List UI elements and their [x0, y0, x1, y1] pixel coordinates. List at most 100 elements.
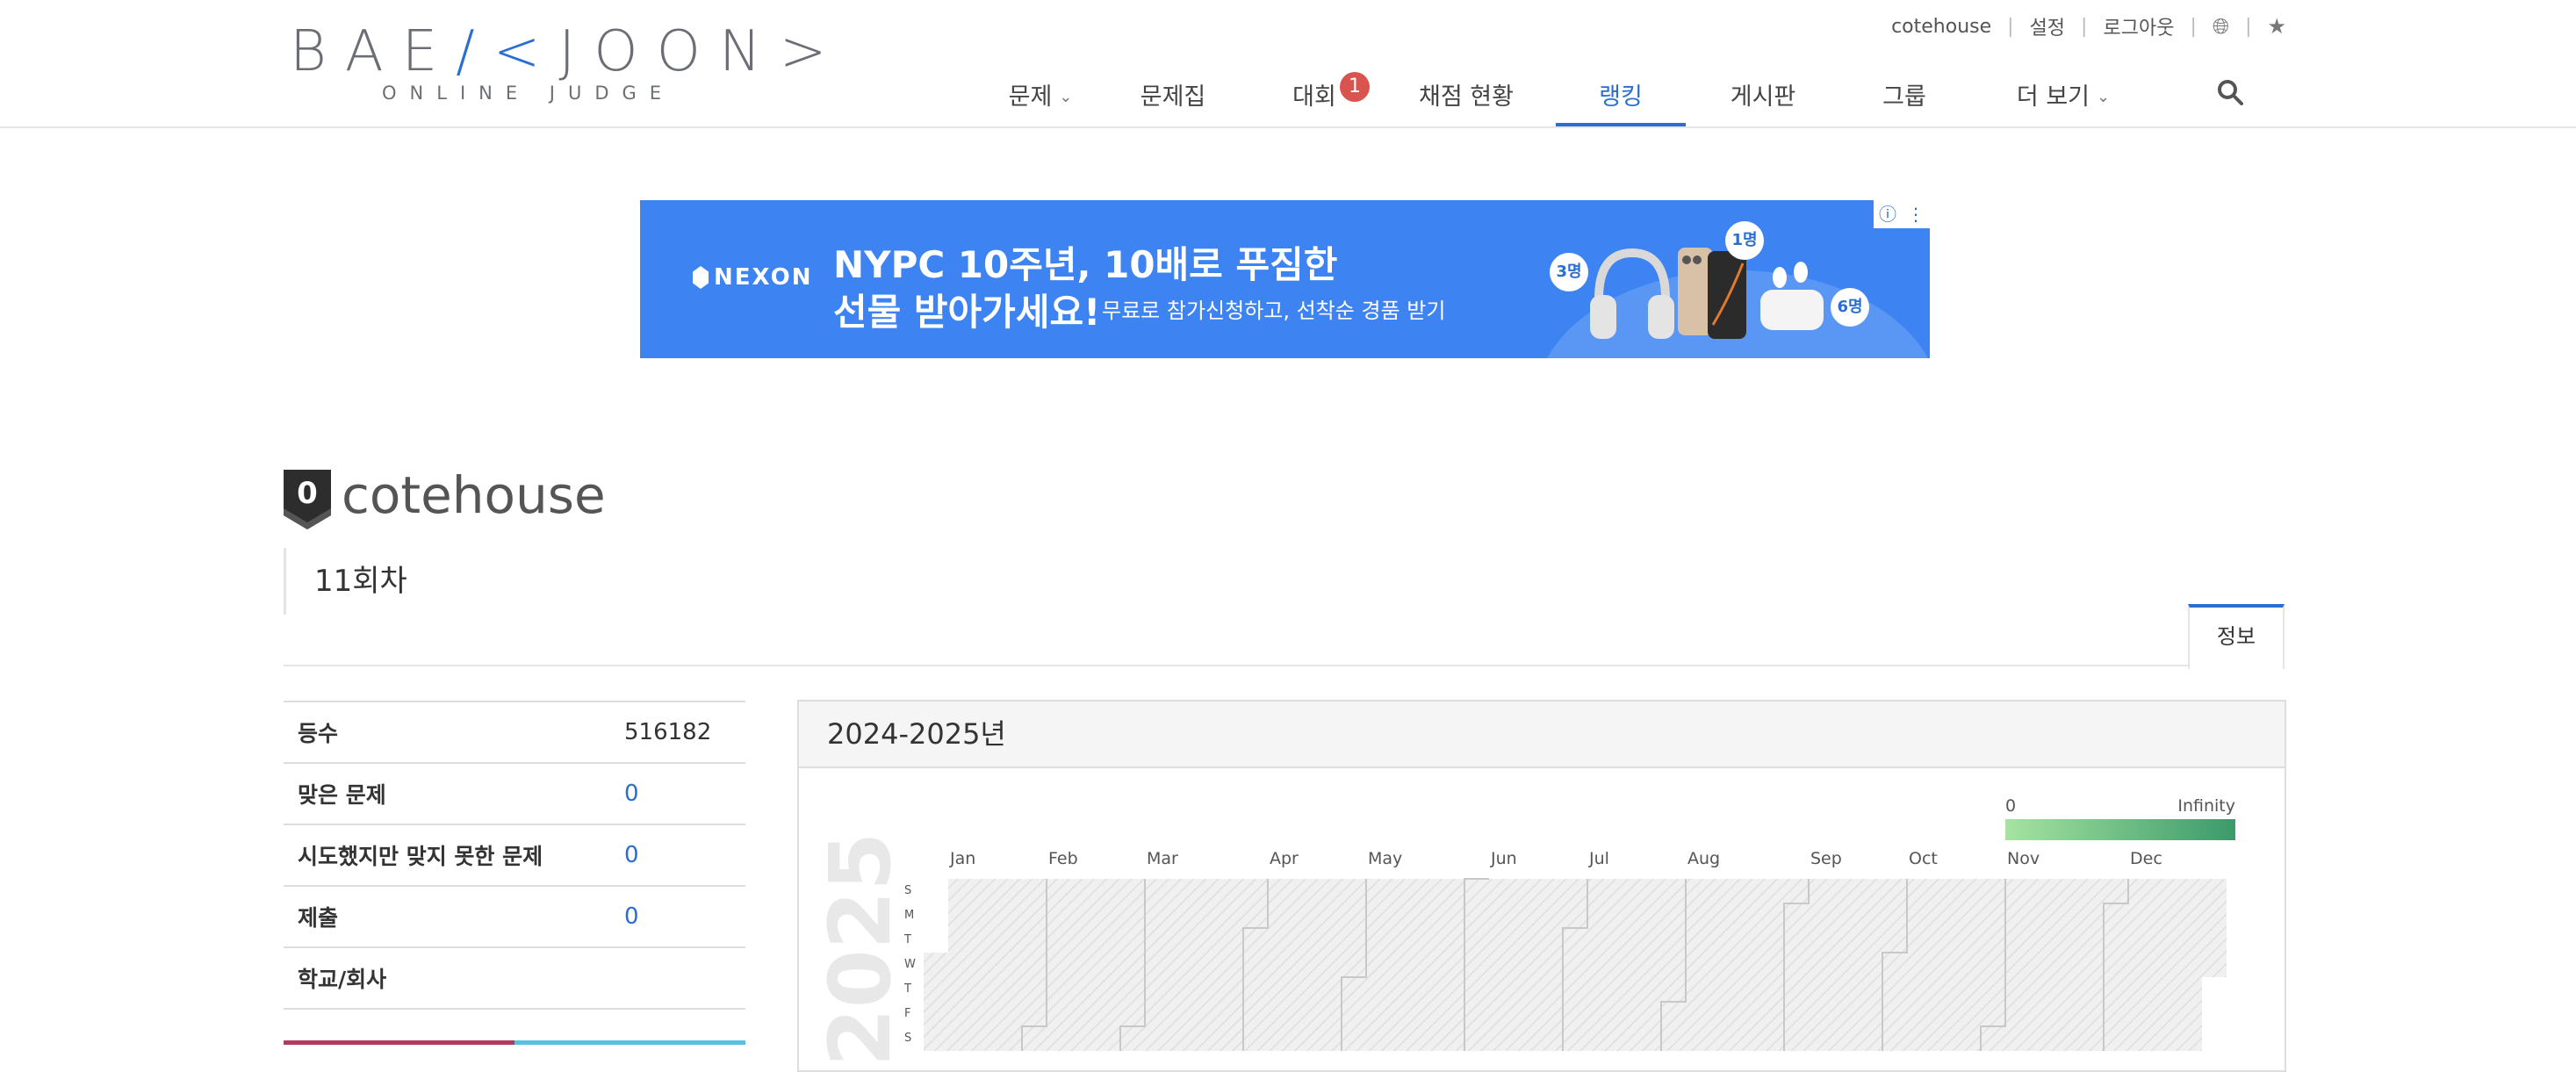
day-cell[interactable] [1612, 977, 1637, 1002]
day-cell[interactable] [2005, 977, 2030, 1002]
day-cell[interactable] [1686, 903, 1710, 928]
globe-icon[interactable]: 🌐︎ [2213, 14, 2229, 39]
day-cell[interactable] [1145, 879, 1169, 903]
day-cell[interactable] [2079, 1026, 2104, 1051]
submission-count-link[interactable]: 0 [624, 903, 639, 930]
nav-contests[interactable]: 대회 1 [1292, 68, 1370, 126]
day-cell[interactable] [1612, 953, 1637, 977]
day-cell[interactable] [1169, 1002, 1194, 1026]
day-cell[interactable] [1145, 953, 1169, 977]
day-cell[interactable] [1391, 879, 1415, 903]
day-cell[interactable] [1661, 879, 1686, 903]
day-cell[interactable] [1981, 1026, 2005, 1051]
day-cell[interactable] [1219, 879, 1243, 903]
day-cell[interactable] [1759, 1026, 1784, 1051]
day-cell[interactable] [924, 977, 948, 1002]
day-cell[interactable] [1096, 928, 1120, 953]
day-cell[interactable] [1317, 879, 1342, 903]
day-cell[interactable] [2128, 1002, 2153, 1026]
day-cell[interactable] [1514, 977, 1538, 1002]
day-cell[interactable] [1366, 1026, 1391, 1051]
day-cell[interactable] [2005, 1002, 2030, 1026]
day-cell[interactable] [1907, 1026, 1932, 1051]
day-cell[interactable] [1366, 903, 1391, 928]
day-cell[interactable] [1735, 1026, 1759, 1051]
day-cell[interactable] [1735, 977, 1759, 1002]
day-cell[interactable] [1317, 928, 1342, 953]
user-link[interactable]: cotehouse [1891, 16, 1991, 38]
day-cell[interactable] [1415, 879, 1440, 903]
day-cell[interactable] [1415, 1002, 1440, 1026]
day-cell[interactable] [997, 1026, 1022, 1051]
day-cell[interactable] [1342, 1026, 1366, 1051]
day-cell[interactable] [1464, 1026, 1489, 1051]
day-cell[interactable] [1440, 928, 1464, 953]
day-cell[interactable] [1194, 1026, 1219, 1051]
day-cell[interactable] [1735, 903, 1759, 928]
day-cell[interactable] [1489, 977, 1514, 1002]
day-cell[interactable] [1710, 1026, 1735, 1051]
day-cell[interactable] [2128, 879, 2153, 903]
day-cell[interactable] [1661, 1026, 1686, 1051]
day-cell[interactable] [1440, 1026, 1464, 1051]
day-cell[interactable] [1882, 903, 1907, 928]
day-cell[interactable] [2153, 928, 2177, 953]
day-cell[interactable] [1047, 953, 1071, 977]
day-cell[interactable] [1637, 903, 1661, 928]
day-cell[interactable] [2177, 1002, 2202, 1026]
day-cell[interactable] [2030, 953, 2054, 977]
day-cell[interactable] [924, 1002, 948, 1026]
day-cell[interactable] [997, 928, 1022, 953]
day-cell[interactable] [1661, 928, 1686, 953]
day-cell[interactable] [1956, 928, 1981, 953]
day-cell[interactable] [2177, 903, 2202, 928]
day-cell[interactable] [1268, 1002, 1292, 1026]
day-cell[interactable] [1292, 977, 1317, 1002]
day-cell[interactable] [1096, 1002, 1120, 1026]
day-cell[interactable] [1932, 1026, 1956, 1051]
day-cell[interactable] [1440, 977, 1464, 1002]
nav-ranking[interactable]: 랭킹 [1556, 68, 1686, 126]
day-cell[interactable] [1071, 1002, 1096, 1026]
day-cell[interactable] [1637, 879, 1661, 903]
day-cell[interactable] [1096, 1026, 1120, 1051]
day-cell[interactable] [1612, 928, 1637, 953]
day-cell[interactable] [997, 903, 1022, 928]
day-cell[interactable] [2054, 903, 2079, 928]
day-cell[interactable] [2177, 928, 2202, 953]
day-cell[interactable] [1415, 928, 1440, 953]
day-cell[interactable] [1932, 953, 1956, 977]
day-cell[interactable] [1710, 879, 1735, 903]
day-cell[interactable] [1120, 928, 1145, 953]
day-cell[interactable] [1243, 928, 1268, 953]
day-cell[interactable] [1391, 1026, 1415, 1051]
day-cell[interactable] [1317, 903, 1342, 928]
day-cell[interactable] [1342, 879, 1366, 903]
day-cell[interactable] [1366, 928, 1391, 953]
day-cell[interactable] [1292, 1002, 1317, 1026]
day-cell[interactable] [973, 1002, 997, 1026]
day-cell[interactable] [1735, 953, 1759, 977]
day-cell[interactable] [2202, 928, 2227, 953]
more-vertical-icon[interactable]: ⋮ [1902, 200, 1930, 228]
day-cell[interactable] [1219, 903, 1243, 928]
day-cell[interactable] [1022, 1026, 1047, 1051]
day-cell[interactable] [1268, 953, 1292, 977]
day-cell[interactable] [1981, 928, 2005, 953]
day-cell[interactable] [1514, 928, 1538, 953]
day-cell[interactable] [997, 977, 1022, 1002]
day-cell[interactable] [1981, 903, 2005, 928]
day-cell[interactable] [1809, 903, 1833, 928]
day-cell[interactable] [1686, 977, 1710, 1002]
day-cell[interactable] [1464, 879, 1489, 903]
day-cell[interactable] [1858, 977, 1882, 1002]
day-cell[interactable] [1981, 1002, 2005, 1026]
day-cell[interactable] [1858, 903, 1882, 928]
day-cell[interactable] [1710, 977, 1735, 1002]
day-cell[interactable] [1833, 928, 1858, 953]
day-cell[interactable] [2005, 903, 2030, 928]
day-cell[interactable] [1932, 928, 1956, 953]
day-cell[interactable] [1268, 977, 1292, 1002]
day-cell[interactable] [2177, 879, 2202, 903]
day-cell[interactable] [2079, 903, 2104, 928]
